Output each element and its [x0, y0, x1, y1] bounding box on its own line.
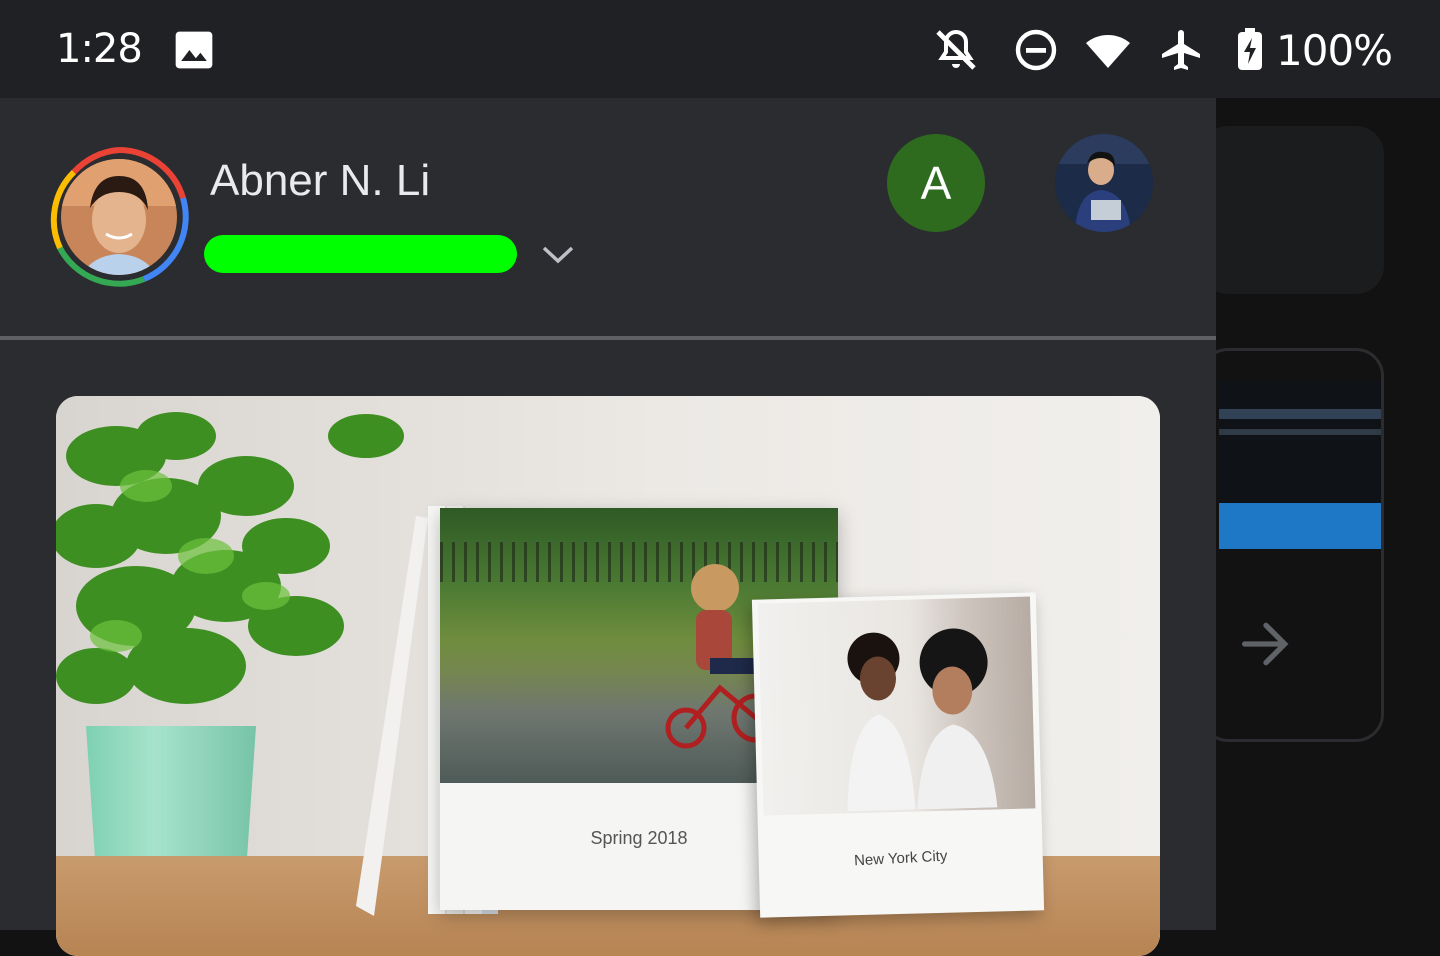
status-time: 1:28 [56, 26, 143, 72]
chevron-down-icon[interactable] [540, 240, 576, 268]
photo-book-promo-image[interactable]: Spring 2018 New York City [56, 396, 1160, 956]
arrow-forward-icon[interactable] [1234, 612, 1298, 676]
account-header: Abner N. Li A [0, 98, 1216, 336]
account-email-redacted [204, 235, 517, 273]
background-preview-card[interactable] [1200, 348, 1384, 742]
airplane-mode-icon [1162, 30, 1200, 70]
tertiary-account-avatar[interactable] [1055, 134, 1153, 232]
battery-percentage: 100% [1276, 26, 1393, 75]
do-not-disturb-icon [1015, 29, 1057, 71]
account-panel: Abner N. Li A Spring 2018 New York City [0, 98, 1216, 956]
background-card [1200, 126, 1384, 294]
photo-book-new-york: New York City [751, 592, 1045, 918]
notifications-off-icon [936, 29, 976, 70]
battery-charging-icon [1238, 28, 1262, 70]
book-title-new-york: New York City [853, 847, 948, 870]
background-thumbnail [1219, 381, 1381, 549]
account-name: Abner N. Li [210, 156, 431, 205]
account-avatar[interactable] [48, 146, 190, 288]
status-bar: 1:28 100% [0, 0, 1440, 98]
wifi-icon [1086, 35, 1130, 68]
secondary-account-avatar[interactable]: A [887, 134, 985, 232]
two-women-image [847, 628, 998, 812]
header-divider [0, 336, 1216, 340]
image-icon [175, 31, 213, 69]
